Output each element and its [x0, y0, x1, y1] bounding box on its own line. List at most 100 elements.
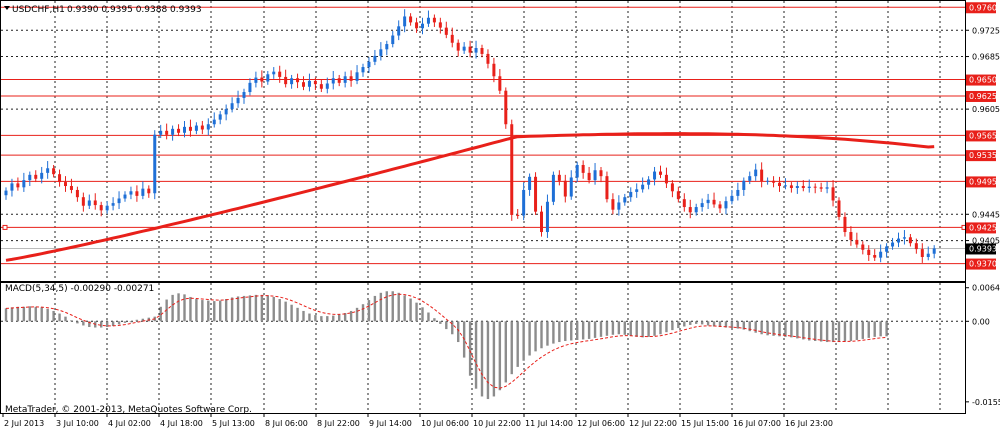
- macd-histogram-bar: [117, 321, 121, 325]
- level-price-tag-text: 0.9625: [969, 92, 997, 101]
- macd-histogram-bar: [135, 319, 139, 322]
- candle-body-down: [480, 48, 484, 54]
- price-axis-label: 0.9685: [972, 53, 1000, 62]
- candle-body-down: [284, 76, 288, 85]
- macd-histogram-bar: [314, 315, 317, 322]
- candle-body-down: [69, 186, 73, 190]
- macd-histogram-bar: [64, 316, 67, 322]
- time-axis-label: 4 Jul 02:00: [108, 419, 151, 428]
- candle-body-up: [129, 191, 133, 195]
- macd-histogram-bar: [849, 321, 853, 342]
- candle-body-down: [772, 180, 776, 183]
- dropdown-arrow-icon[interactable]: [4, 6, 10, 10]
- candle-body-down: [486, 53, 490, 64]
- candle-body-down: [819, 187, 823, 189]
- candle-body-down: [861, 244, 865, 250]
- macd-histogram-bar: [534, 321, 537, 352]
- candle-body-up: [212, 119, 216, 125]
- candle-body-up: [462, 46, 466, 51]
- macd-histogram-bar: [219, 300, 222, 322]
- price-axis-label: 0.9605: [972, 105, 1000, 114]
- candle-body-up: [879, 251, 883, 258]
- candle-body-down: [849, 232, 853, 240]
- macd-histogram-bar: [100, 321, 103, 328]
- macd-histogram-bar: [123, 321, 127, 323]
- macd-histogram-bar: [338, 314, 341, 322]
- macd-histogram-bar: [700, 321, 704, 325]
- macd-histogram-bar: [201, 300, 204, 322]
- macd-histogram-bar: [635, 321, 638, 337]
- macd-histogram-bar: [355, 307, 359, 322]
- macd-histogram-bar: [385, 291, 388, 322]
- candle-body-down: [93, 200, 97, 206]
- candle-body-up: [373, 55, 377, 62]
- level-price-tag-text: 0.9370: [969, 260, 997, 269]
- macd-histogram-bar: [391, 291, 394, 322]
- price-chart[interactable]: 0.97250.96850.96050.94450.94050.97600.96…: [0, 0, 1000, 431]
- candle-body-up: [748, 176, 752, 181]
- chart-header: USDCHF,H1 0.9390 0.9395 0.9388 0.9393: [4, 5, 202, 15]
- candle-body-up: [891, 242, 895, 247]
- candle-body-up: [902, 237, 906, 239]
- level-price-tag-text: 0.9760: [969, 3, 997, 12]
- candle-body-down: [438, 22, 442, 28]
- candle-body-up: [825, 187, 829, 189]
- macd-histogram-bar: [528, 321, 531, 356]
- candle-body-up: [742, 180, 746, 190]
- macd-histogram-bar: [111, 321, 115, 326]
- candle-body-up: [641, 184, 645, 190]
- candle-body-up: [361, 67, 365, 73]
- time-axis-label: 15 Jul 15:00: [681, 419, 729, 428]
- time-axis-label: 12 Jul 22:00: [629, 419, 677, 428]
- candle-body-down: [688, 207, 692, 213]
- time-axis[interactable]: 2 Jul 2013 3 Jul 10:00 4 Jul 02:00 4 Jul 18…: [2, 413, 833, 428]
- macd-histogram-bar: [576, 321, 579, 340]
- candle-body-down: [873, 255, 877, 258]
- macd-histogram-bar: [76, 321, 79, 324]
- candle-body-up: [40, 172, 44, 179]
- candle-body-up: [28, 174, 32, 181]
- macd-histogram-bar: [819, 321, 823, 342]
- macd-histogram-bar: [754, 321, 757, 333]
- candle-body-down: [855, 239, 859, 245]
- macd-histogram-bar: [831, 321, 835, 343]
- macd-histogram-bar: [308, 313, 311, 322]
- macd-axis-label: 0.00648: [972, 284, 1000, 293]
- candle-body-down: [605, 176, 609, 200]
- macd-histogram-bar: [28, 306, 31, 322]
- candle-body-up: [926, 253, 930, 257]
- level-price-tag-text: 0.9425: [969, 223, 997, 232]
- candle-body-up: [123, 194, 127, 199]
- candle-body-down: [278, 71, 282, 77]
- candle-body-up: [367, 61, 371, 68]
- candle-body-down: [908, 237, 912, 244]
- candle-body-up: [545, 201, 549, 233]
- macd-histogram-bar: [867, 321, 870, 338]
- candle-body-up: [290, 78, 294, 85]
- candle-body-down: [260, 77, 264, 82]
- candle-body-up: [569, 177, 573, 197]
- price-axis[interactable]: 0.97250.96850.96050.94450.94050.97600.96…: [965, 2, 1000, 407]
- macd-histogram-bar: [558, 321, 561, 343]
- macd-histogram-bar: [207, 300, 210, 322]
- macd-histogram-bar: [457, 321, 460, 343]
- macd-histogram-bar: [599, 321, 603, 337]
- ohlc-readout: 0.9390 0.9395 0.9388 0.9393: [67, 5, 202, 15]
- candle-body-down: [920, 249, 924, 257]
- macd-histogram-bar: [302, 310, 305, 322]
- macd-histogram-bar: [641, 321, 644, 338]
- candle-body-up: [343, 76, 347, 83]
- candle-body-up: [248, 82, 252, 93]
- candle-body-up: [183, 126, 186, 133]
- level-anchor-handle: [2, 224, 8, 230]
- candle-body-up: [117, 198, 121, 204]
- candle-body-up: [153, 134, 157, 194]
- horizontal-level-lines[interactable]: [1, 6, 967, 265]
- price-axis-label: 0.9725: [972, 26, 1000, 35]
- metatrader-chart-window[interactable]: 0.9725 0.9685 0.9605 0.9445 0.9405 0.9760 0.96…: [0, 0, 1000, 431]
- macd-histogram-bar: [349, 310, 353, 322]
- macd-histogram-bar: [171, 294, 174, 322]
- candle-body-down: [813, 186, 817, 188]
- current-price-tag-text: 0.9393: [969, 244, 997, 253]
- candle-body-up: [224, 109, 228, 115]
